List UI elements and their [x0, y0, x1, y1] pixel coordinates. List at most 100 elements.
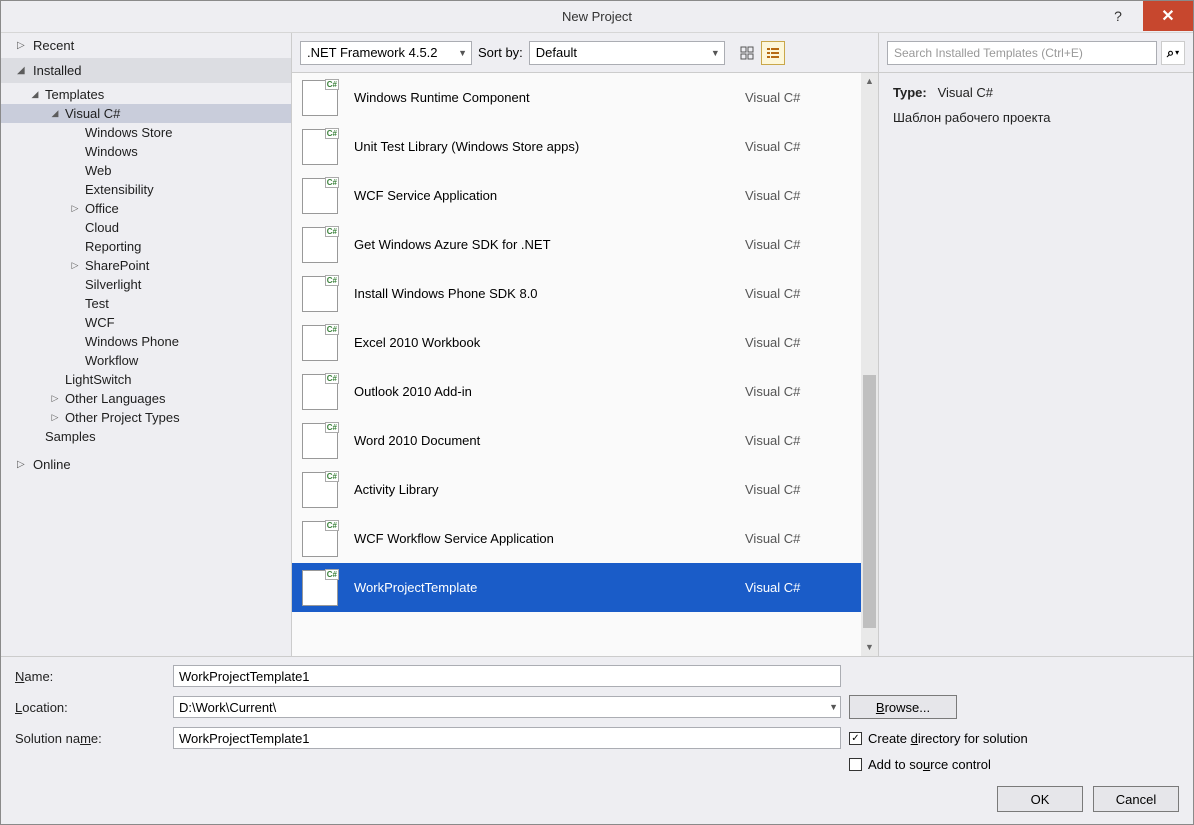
tree-item[interactable]: ◢ Templates [1, 85, 291, 104]
close-button[interactable]: ✕ [1143, 1, 1193, 31]
tree-item[interactable]: Extensibility [1, 180, 291, 199]
new-project-dialog: New Project ? ✕ ▷ Recent ◢ Installed ◢Te… [0, 0, 1194, 825]
template-language: Visual C# [745, 237, 845, 252]
template-name: WorkProjectTemplate [354, 580, 745, 595]
bottom-form: Name: WorkProjectTemplate1 Location: D:\… [1, 656, 1193, 824]
checkbox-unchecked-icon [849, 758, 862, 771]
solution-name-input[interactable]: WorkProjectTemplate1 [173, 727, 841, 749]
template-row[interactable]: WCF Service ApplicationVisual C# [292, 171, 861, 220]
tree-item[interactable]: Windows Store [1, 123, 291, 142]
scroll-track[interactable] [861, 90, 878, 639]
template-row[interactable]: Unit Test Library (Windows Store apps)Vi… [292, 122, 861, 171]
template-name: Get Windows Azure SDK for .NET [354, 237, 745, 252]
scroll-down-icon[interactable]: ▼ [861, 639, 878, 656]
template-name: WCF Workflow Service Application [354, 531, 745, 546]
tree-item[interactable]: ▷Other Languages [1, 389, 291, 408]
tree-item-label: Test [85, 296, 109, 311]
template-name: Install Windows Phone SDK 8.0 [354, 286, 745, 301]
cancel-button[interactable]: Cancel [1093, 786, 1179, 812]
tree-item-label: Office [85, 201, 119, 216]
location-input[interactable]: D:\Work\Current\ ▼ [173, 696, 841, 718]
template-row[interactable]: Windows Runtime ComponentVisual C# [292, 73, 861, 122]
help-button[interactable]: ? [1093, 1, 1143, 31]
tree-item[interactable]: ▷SharePoint [1, 256, 291, 275]
template-icon [302, 178, 338, 214]
framework-combo[interactable]: .NET Framework 4.5.2 ▼ [300, 41, 472, 65]
spacer [69, 147, 81, 157]
ok-button[interactable]: OK [997, 786, 1083, 812]
template-row[interactable]: Install Windows Phone SDK 8.0Visual C# [292, 269, 861, 318]
tree-item-label: Templates [45, 87, 104, 102]
tree-item[interactable]: Web [1, 161, 291, 180]
template-name: WCF Service Application [354, 188, 745, 203]
template-row[interactable]: Excel 2010 WorkbookVisual C# [292, 318, 861, 367]
chevron-right-icon: ▷ [17, 40, 27, 51]
tree-item[interactable]: WCF [1, 313, 291, 332]
template-icon [302, 227, 338, 263]
template-row[interactable]: Outlook 2010 Add-inVisual C# [292, 367, 861, 416]
spacer [69, 318, 81, 328]
tree-item[interactable]: Windows [1, 142, 291, 161]
tree-item[interactable]: ▷Other Project Types [1, 408, 291, 427]
tree-item[interactable]: ◢Visual C# [1, 104, 291, 123]
sortby-combo[interactable]: Default ▼ [529, 41, 725, 65]
spacer [69, 356, 81, 366]
view-list-button[interactable] [761, 41, 785, 65]
tree-item[interactable]: Cloud [1, 218, 291, 237]
chevron-right-icon: ▷ [69, 260, 81, 271]
spacer [69, 223, 81, 233]
tree-item[interactable]: Samples [1, 427, 291, 446]
sidebar-section-online[interactable]: ▷ Online [1, 452, 291, 477]
name-input[interactable]: WorkProjectTemplate1 [173, 665, 841, 687]
tree-item[interactable]: ▷ Office [1, 199, 291, 218]
spacer [69, 280, 81, 290]
spacer [69, 337, 81, 347]
tree-item[interactable]: Reporting [1, 237, 291, 256]
tree-item-label: Reporting [85, 239, 141, 254]
list-icon [766, 46, 780, 60]
template-row[interactable]: Activity LibraryVisual C# [292, 465, 861, 514]
search-input[interactable]: Search Installed Templates (Ctrl+E) [887, 41, 1157, 65]
chevron-right-icon: ▷ [49, 393, 61, 404]
location-label: Location: [15, 700, 165, 715]
add-source-control-checkbox[interactable]: Add to source control [849, 757, 1179, 772]
template-row[interactable]: WorkProjectTemplateVisual C# [292, 563, 861, 612]
center-toolbar: .NET Framework 4.5.2 ▼ Sort by: Default … [292, 33, 878, 73]
spacer [69, 128, 81, 138]
chevron-right-icon: ▷ [69, 203, 81, 214]
sortby-label: Sort by: [478, 45, 523, 60]
search-button[interactable]: ⌕ ▾ [1161, 41, 1185, 65]
browse-button[interactable]: Browse... [849, 695, 957, 719]
template-row[interactable]: Word 2010 DocumentVisual C# [292, 416, 861, 465]
spacer [29, 432, 41, 442]
tree-item[interactable]: Test [1, 294, 291, 313]
tree-item[interactable]: LightSwitch [1, 370, 291, 389]
scrollbar[interactable]: ▲ ▼ [861, 73, 878, 656]
tree-item-label: Workflow [85, 353, 138, 368]
template-icon [302, 521, 338, 557]
template-language: Visual C# [745, 580, 845, 595]
template-row[interactable]: WCF Workflow Service ApplicationVisual C… [292, 514, 861, 563]
chevron-down-icon: ◢ [29, 89, 41, 100]
tree-item[interactable]: Workflow [1, 351, 291, 370]
small-icons-icon [740, 46, 754, 60]
type-label: Type: [893, 85, 927, 100]
tree-item[interactable]: Silverlight [1, 275, 291, 294]
scroll-up-icon[interactable]: ▲ [861, 73, 878, 90]
spacer [49, 375, 61, 385]
spacer [69, 166, 81, 176]
sidebar-section-recent[interactable]: ▷ Recent [1, 33, 291, 58]
center-pane: .NET Framework 4.5.2 ▼ Sort by: Default … [291, 33, 879, 656]
template-icon [302, 129, 338, 165]
template-icon [302, 80, 338, 116]
create-directory-checkbox[interactable]: ✓ Create directory for solution [849, 731, 1179, 746]
scroll-thumb[interactable] [863, 375, 876, 628]
tree-item[interactable]: Windows Phone [1, 332, 291, 351]
chevron-down-icon: ◢ [17, 65, 27, 76]
tree-item-label: Visual C# [65, 106, 120, 121]
template-row[interactable]: Get Windows Azure SDK for .NETVisual C# [292, 220, 861, 269]
template-name: Activity Library [354, 482, 745, 497]
view-small-icons-button[interactable] [735, 41, 759, 65]
sidebar-section-installed[interactable]: ◢ Installed [1, 58, 291, 83]
template-list[interactable]: Windows Runtime ComponentVisual C#Unit T… [292, 73, 878, 656]
